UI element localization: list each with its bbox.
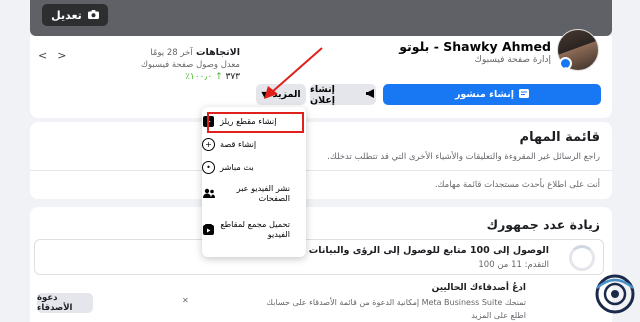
invite-description: تمنحك Meta Business Suite إمكانية الدعوة… (266, 298, 526, 307)
bulk-upload-icon (202, 223, 215, 236)
crosspost-icon (202, 187, 215, 200)
svg-text:f: f (564, 66, 567, 74)
insights-summary[interactable]: الاتجاهات آخر 28 يومًا معدل وصول صفحة في… (80, 47, 240, 82)
menu-item-label: تحميل مجمع لمقاطع الفيديو (220, 219, 290, 240)
insights-change: ١٠٠٫٠٪ (185, 72, 213, 82)
goal-progress: التقدم: 11 من 100 (478, 260, 549, 270)
cover-photo (30, 0, 612, 36)
page-subtitle: إدارة صفحة فيسبوك (474, 55, 551, 65)
menu-item-label: بث مباشر (220, 162, 254, 173)
menu-item-create-story[interactable]: + إنشاء قصة (202, 138, 306, 151)
edit-cover-label: تعديل (51, 8, 82, 22)
tasks-title: قائمة المهام (519, 130, 600, 145)
live-icon: • (202, 161, 215, 174)
tasks-empty-message: أنت على اطلاع بأحدث مستجدات قائمة مهامك. (434, 180, 600, 190)
create-post-label: إنشاء منشور (454, 89, 515, 100)
insights-value: ٣٧٣ (225, 72, 240, 82)
tasks-list: أنت على اطلاع بأحدث مستجدات قائمة مهامك. (30, 170, 612, 199)
menu-item-label: نشر الفيديو عبر الصفحات (236, 183, 290, 204)
highlight-box (207, 112, 304, 133)
menu-item-crosspost[interactable]: نشر الفيديو عبر الصفحات (202, 183, 306, 204)
close-icon[interactable]: ✕ (182, 296, 189, 305)
facebook-badge-icon: f (559, 57, 572, 75)
story-icon: + (202, 138, 215, 151)
menu-item-live[interactable]: • بث مباشر (202, 161, 306, 174)
chevron-right-icon[interactable]: > (57, 49, 76, 62)
edit-cover-button[interactable]: تعديل (42, 4, 108, 26)
insights-period: آخر 28 يومًا (150, 48, 193, 58)
trend-up-icon: ↑ (215, 72, 223, 82)
menu-item-bulk-upload[interactable]: تحميل مجمع لمقاطع الفيديو (202, 219, 306, 240)
page-name[interactable]: Shawky Ahmed - بلوتو (399, 39, 551, 54)
follower-goal[interactable]: الوصول إلى 100 متابع للوصول إلى الرؤى وا… (34, 239, 604, 275)
invite-learn-more-link[interactable]: اطلع على المزيد (471, 311, 526, 320)
progress-ring (569, 245, 595, 271)
audience-growth-card: زيادة عدد جمهورك الوصول إلى 100 متابع لل… (30, 207, 612, 322)
insights-nav: <> (38, 49, 76, 62)
invite-friends-button[interactable]: دعوة الأصدقاء (37, 293, 93, 313)
tasks-card: قائمة المهام راجع الرسائل غير المقروءة و… (30, 122, 612, 199)
insights-title: الاتجاهات (195, 47, 240, 58)
chevron-left-icon[interactable]: < (38, 49, 57, 62)
insights-subtitle: معدل وصول صفحة فيسبوك (140, 60, 240, 70)
menu-item-label: إنشاء قصة (220, 139, 257, 150)
megaphone-icon (366, 88, 376, 101)
post-icon (519, 88, 530, 101)
create-post-button[interactable]: إنشاء منشور (383, 84, 601, 105)
watermark-logo-icon (595, 274, 635, 314)
growth-title: زيادة عدد جمهورك (486, 217, 600, 232)
camera-icon (87, 9, 99, 22)
pointer-arrow-icon (264, 47, 323, 99)
tasks-description: راجع الرسائل غير المقروءة والتعليقات وال… (327, 152, 600, 162)
invite-title: ادعُ أصدقاءك الحاليين (431, 283, 526, 293)
